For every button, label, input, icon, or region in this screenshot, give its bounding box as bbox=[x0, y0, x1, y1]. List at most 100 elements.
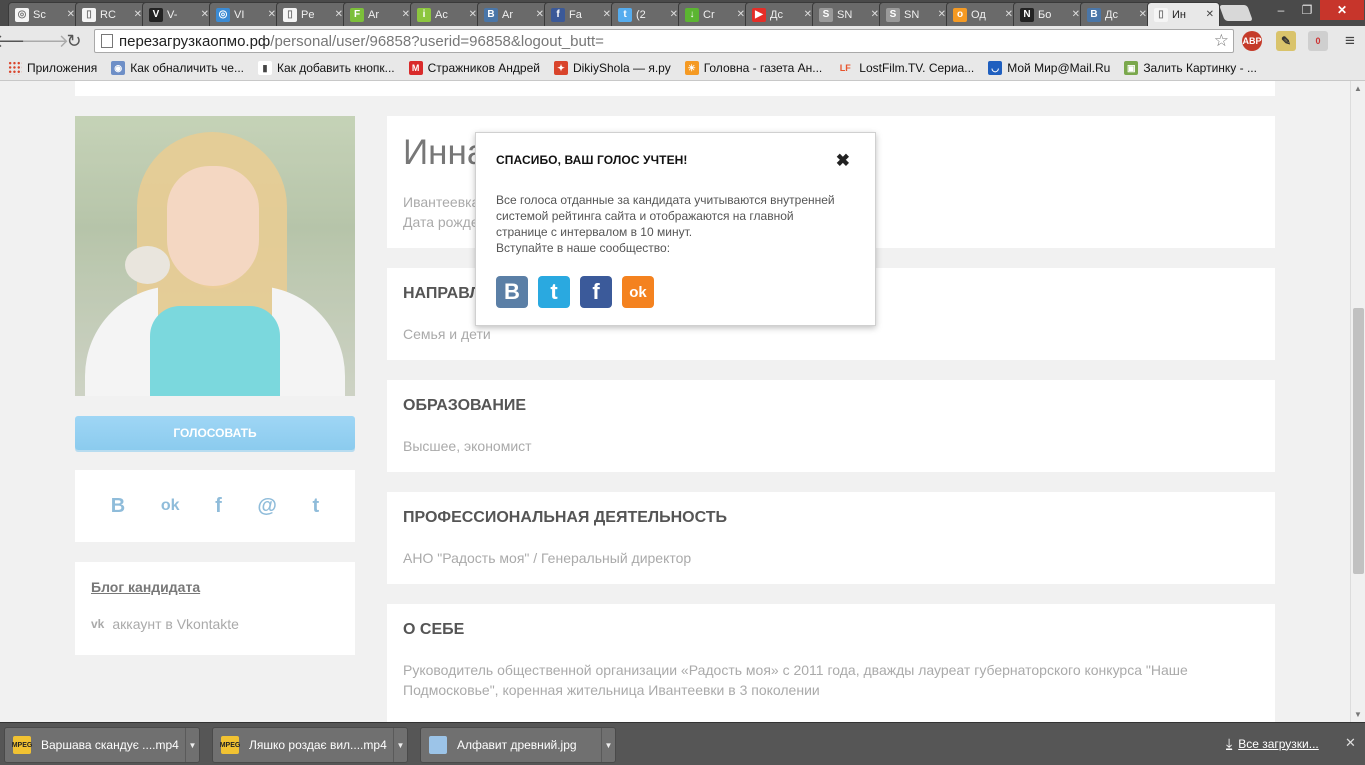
tab-close-icon[interactable]: ✕ bbox=[938, 9, 946, 20]
bookmark-item[interactable]: ◉ Как обналичить че... bbox=[111, 61, 244, 75]
restore-button[interactable]: ❐ bbox=[1294, 0, 1320, 20]
bookmark-label: Залить Картинку - ... bbox=[1143, 61, 1257, 75]
adblock-icon[interactable]: ABP bbox=[1242, 31, 1262, 51]
tab-close-icon[interactable]: ✕ bbox=[871, 9, 879, 20]
download-menu-icon[interactable]: ▼ bbox=[185, 728, 199, 762]
bookmark-item[interactable]: LF LostFilm.TV. Сериа... bbox=[836, 61, 974, 75]
close-icon[interactable]: ✕ bbox=[1345, 735, 1356, 751]
twitter-share-icon[interactable]: t bbox=[312, 495, 319, 518]
scrollbar-thumb[interactable] bbox=[1353, 308, 1364, 574]
browser-tab[interactable]: N Бо ✕ bbox=[1013, 2, 1086, 26]
reload-icon[interactable]: ↻ bbox=[63, 30, 85, 52]
browser-tab[interactable]: ▯ Ин ✕ bbox=[1147, 2, 1220, 26]
close-icon[interactable]: ✖ bbox=[836, 151, 850, 171]
tab-close-icon[interactable]: ✕ bbox=[134, 9, 142, 20]
tab-close-icon[interactable]: ✕ bbox=[268, 9, 276, 20]
download-item[interactable]: Алфавит древний.jpg ▼ bbox=[420, 727, 616, 763]
bookmark-item[interactable]: Приложения bbox=[8, 61, 97, 75]
odnoklassniki-join-icon[interactable]: ok bbox=[622, 276, 654, 308]
facebook-share-icon[interactable]: f bbox=[215, 495, 222, 518]
all-downloads-link[interactable]: ⤓ Все загрузки... bbox=[1226, 735, 1319, 752]
browser-tab[interactable]: ▯ RC ✕ bbox=[75, 2, 148, 26]
vk-account-link[interactable]: vk аккаунт в Vkontakte bbox=[91, 616, 339, 632]
vote-button[interactable]: ГОЛОСОВАТЬ bbox=[75, 416, 355, 450]
download-menu-icon[interactable]: ▼ bbox=[393, 728, 407, 762]
tab-close-icon[interactable]: ✕ bbox=[201, 9, 209, 20]
vk-join-icon[interactable]: B bbox=[496, 276, 528, 308]
browser-tab[interactable]: V V- ✕ bbox=[142, 2, 215, 26]
browser-tab[interactable]: f Fa ✕ bbox=[544, 2, 617, 26]
tab-close-icon[interactable]: ✕ bbox=[335, 9, 343, 20]
browser-tab[interactable]: ↓ Cr ✕ bbox=[678, 2, 751, 26]
section-card-about: О СЕБЕ Руководитель общественной организ… bbox=[387, 604, 1275, 722]
tab-close-icon[interactable]: ✕ bbox=[670, 9, 678, 20]
tab-favicon-icon: F bbox=[350, 7, 364, 22]
browser-tab[interactable]: S SN ✕ bbox=[879, 2, 952, 26]
close-window-button[interactable]: ✕ bbox=[1320, 0, 1364, 20]
blog-title-link[interactable]: Блог кандидата bbox=[91, 579, 339, 595]
browser-tab[interactable]: ▶ Дс ✕ bbox=[745, 2, 818, 26]
section-card-education: ОБРАЗОВАНИЕ Высшее, экономист bbox=[387, 380, 1275, 472]
tab-title: Бо bbox=[1038, 8, 1052, 21]
bookmark-star-icon[interactable]: ☆ bbox=[1214, 31, 1229, 51]
forward-icon[interactable]: 🡒 bbox=[21, 30, 69, 52]
facebook-join-icon[interactable]: f bbox=[580, 276, 612, 308]
browser-tab[interactable]: ◎ VI ✕ bbox=[209, 2, 282, 26]
bookmark-item[interactable]: ▣ Залить Картинку - ... bbox=[1124, 61, 1257, 75]
mpeg-file-icon: MPEG bbox=[12, 736, 32, 754]
circle-icon: ◉ bbox=[111, 61, 126, 75]
scroll-down-icon[interactable]: ▼ bbox=[1354, 710, 1362, 719]
browser-tab[interactable]: B Ar ✕ bbox=[477, 2, 550, 26]
extension-icon[interactable]: ✎ bbox=[1276, 31, 1296, 51]
bookmark-item[interactable]: ▮ Как добавить кнопк... bbox=[257, 61, 395, 75]
browser-tab[interactable]: t (2 ✕ bbox=[611, 2, 684, 26]
modal-body-text: Все голоса отданные за кандидата учитыва… bbox=[496, 193, 835, 239]
notification-badge-icon[interactable]: 0 bbox=[1308, 31, 1328, 51]
odnoklassniki-share-icon[interactable]: ok bbox=[161, 497, 180, 515]
browser-tab[interactable]: ▯ Pe ✕ bbox=[276, 2, 349, 26]
lf-icon: LF bbox=[836, 61, 855, 75]
tab-close-icon[interactable]: ✕ bbox=[804, 9, 812, 20]
bookmark-item[interactable]: ☀ Головна - газета Ан... bbox=[684, 61, 822, 75]
tab-title: Дс bbox=[1105, 8, 1118, 21]
tab-close-icon[interactable]: ✕ bbox=[536, 9, 544, 20]
tab-close-icon[interactable]: ✕ bbox=[469, 9, 477, 20]
address-bar[interactable]: перезагрузкаопмо.рф /personal/user/96858… bbox=[94, 29, 1234, 53]
bookmark-item[interactable]: ✦ DikiyShola — я.ру bbox=[553, 61, 671, 75]
tab-favicon-icon: B bbox=[1087, 7, 1101, 22]
download-item[interactable]: MPEG Ляшко роздає вил....mp4 ▼ bbox=[212, 727, 408, 763]
modal-join-text: Вступайте в наше сообщество: bbox=[496, 241, 671, 255]
page-icon: ▮ bbox=[257, 61, 272, 75]
tab-favicon-icon: B bbox=[484, 7, 498, 22]
tab-close-icon[interactable]: ✕ bbox=[67, 9, 75, 20]
vk-share-icon[interactable]: B bbox=[111, 495, 125, 518]
tab-close-icon[interactable]: ✕ bbox=[1139, 9, 1147, 20]
scroll-up-icon[interactable]: ▲ bbox=[1354, 84, 1362, 93]
page-scrollbar[interactable]: ▲ ▼ bbox=[1350, 81, 1365, 722]
new-tab-button[interactable] bbox=[1219, 5, 1253, 21]
tab-close-icon[interactable]: ✕ bbox=[1206, 9, 1214, 20]
bookmark-label: Приложения bbox=[27, 61, 98, 75]
tab-close-icon[interactable]: ✕ bbox=[402, 9, 410, 20]
tab-close-icon[interactable]: ✕ bbox=[603, 9, 611, 20]
bookmark-item[interactable]: M Стражников Андрей bbox=[408, 61, 540, 75]
browser-tab[interactable]: F Ar ✕ bbox=[343, 2, 416, 26]
minimize-button[interactable]: – bbox=[1268, 0, 1294, 20]
bookmark-item[interactable]: ◡ Мой Мир@Mail.Ru bbox=[988, 61, 1110, 75]
tab-close-icon[interactable]: ✕ bbox=[1072, 9, 1080, 20]
twitter-join-icon[interactable]: t bbox=[538, 276, 570, 308]
browser-tab[interactable]: o Од ✕ bbox=[946, 2, 1019, 26]
email-share-icon[interactable]: @ bbox=[257, 495, 277, 518]
tab-favicon-icon: t bbox=[618, 7, 632, 22]
section-text: Высшее, экономист bbox=[403, 438, 532, 454]
download-item[interactable]: MPEG Варшава скандує ....mp4 ▼ bbox=[4, 727, 200, 763]
browser-tab[interactable]: B Дс ✕ bbox=[1080, 2, 1153, 26]
tab-close-icon[interactable]: ✕ bbox=[1005, 9, 1013, 20]
menu-icon[interactable]: ≡ bbox=[1340, 31, 1360, 51]
section-text: АНО "Радость моя" / Генеральный директор bbox=[403, 550, 692, 566]
browser-tab[interactable]: ◎ Sc ✕ bbox=[8, 2, 81, 26]
browser-tab[interactable]: S SN ✕ bbox=[812, 2, 885, 26]
download-menu-icon[interactable]: ▼ bbox=[601, 728, 615, 762]
tab-close-icon[interactable]: ✕ bbox=[737, 9, 745, 20]
browser-tab[interactable]: i Ac ✕ bbox=[410, 2, 483, 26]
